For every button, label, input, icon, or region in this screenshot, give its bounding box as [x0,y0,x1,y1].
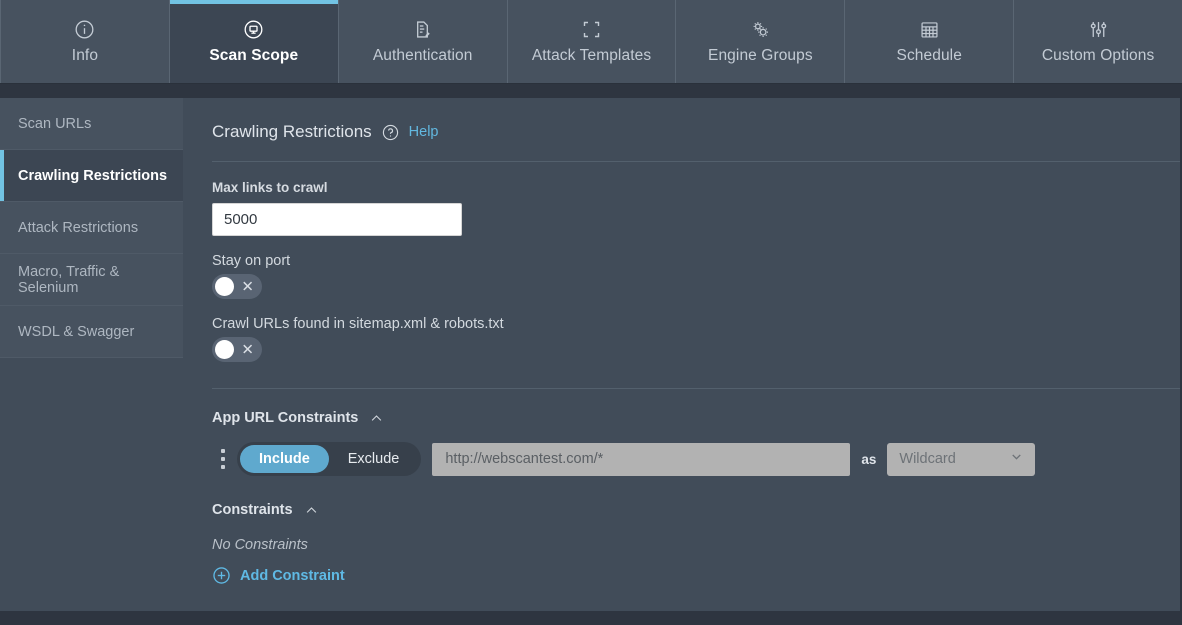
tab-label: Custom Options [1042,47,1155,65]
constraints-header: Constraints [212,502,1180,518]
crawl-sitemap-toggle[interactable]: ✕ [212,337,262,362]
tab-label: Schedule [897,47,962,65]
tab-label: Scan Scope [209,47,298,65]
scan-scope-sidebar: Scan URLs Crawling Restrictions Attack R… [0,98,183,611]
x-icon: ✕ [241,279,254,294]
help-link[interactable]: Help [409,124,439,140]
toggle-knob [215,277,234,296]
tab-label: Authentication [373,47,473,65]
main-tabbar: Info Scan Scope Authentication [0,0,1182,84]
chevron-up-icon[interactable] [304,503,319,518]
tab-schedule[interactable]: Schedule [845,0,1014,83]
sidebar-item-label: WSDL & Swagger [18,324,134,340]
sliders-icon [1088,18,1109,40]
tab-custom-options[interactable]: Custom Options [1014,0,1182,83]
add-constraint-label: Add Constraint [240,568,345,584]
sidebar-item-label: Scan URLs [18,116,91,132]
gears-icon [750,18,771,40]
info-circle-icon [74,18,95,40]
sidebar-item-macro-traffic-selenium[interactable]: Macro, Traffic & Selenium [0,254,183,306]
question-circle-icon[interactable] [382,124,399,141]
sidebar-item-label: Macro, Traffic & Selenium [18,264,183,296]
match-type-select[interactable]: Wildcard [887,443,1035,476]
chevron-up-icon[interactable] [369,411,384,426]
panel-content: Max links to crawl Stay on port ✕ Crawl … [183,162,1180,585]
include-button[interactable]: Include [240,445,329,473]
tab-info[interactable]: Info [0,0,170,83]
app-url-constraints-title: App URL Constraints [212,410,358,426]
tab-label: Info [72,47,98,65]
exclude-button[interactable]: Exclude [329,445,419,473]
sidebar-item-wsdl-swagger[interactable]: WSDL & Swagger [0,306,183,358]
document-edit-icon [412,18,433,40]
no-constraints-text: No Constraints [212,537,1180,553]
max-links-label: Max links to crawl [212,180,1180,195]
page-title: Crawling Restrictions [212,122,372,142]
constraints-title: Constraints [212,502,293,518]
tab-authentication[interactable]: Authentication [339,0,508,83]
as-label: as [861,452,876,467]
app-url-constraints-header: App URL Constraints [212,410,1180,426]
section-divider [212,388,1180,389]
settings-panel: Crawling Restrictions Help Max links to … [183,98,1182,611]
sidebar-item-scan-urls[interactable]: Scan URLs [0,98,183,150]
tab-scan-scope[interactable]: Scan Scope [170,0,339,83]
sidebar-item-label: Crawling Restrictions [18,168,167,184]
calendar-icon [919,18,940,40]
stay-on-port-toggle[interactable]: ✕ [212,274,262,299]
tab-label: Attack Templates [532,47,651,65]
constraint-url-input[interactable] [432,443,850,476]
plus-circle-icon [212,566,231,585]
monitor-scan-icon [243,18,264,40]
page-footer [0,611,1182,625]
sidebar-item-label: Attack Restrictions [18,220,138,236]
tab-engine-groups[interactable]: Engine Groups [676,0,845,83]
stay-on-port-label: Stay on port [212,253,1180,269]
max-links-input[interactable] [212,203,462,236]
tab-label: Engine Groups [708,47,813,65]
match-type-select-wrapper: Wildcard [887,443,1035,476]
app-url-constraint-row: Include Exclude as Wildcard [212,442,1180,476]
drag-dots-icon[interactable] [212,449,234,469]
panel-header: Crawling Restrictions Help [183,98,1180,142]
add-constraint-button[interactable]: Add Constraint [212,566,345,585]
tabbar-gap-strip [0,84,1182,98]
tab-attack-templates[interactable]: Attack Templates [508,0,677,83]
crop-brackets-icon [581,18,602,40]
sidebar-item-attack-restrictions[interactable]: Attack Restrictions [0,202,183,254]
include-exclude-segmented: Include Exclude [237,442,421,476]
crawl-sitemap-label: Crawl URLs found in sitemap.xml & robots… [212,316,1180,332]
sidebar-item-crawling-restrictions[interactable]: Crawling Restrictions [0,150,183,202]
x-icon: ✕ [241,342,254,357]
page-body: Scan URLs Crawling Restrictions Attack R… [0,98,1182,611]
toggle-knob [215,340,234,359]
